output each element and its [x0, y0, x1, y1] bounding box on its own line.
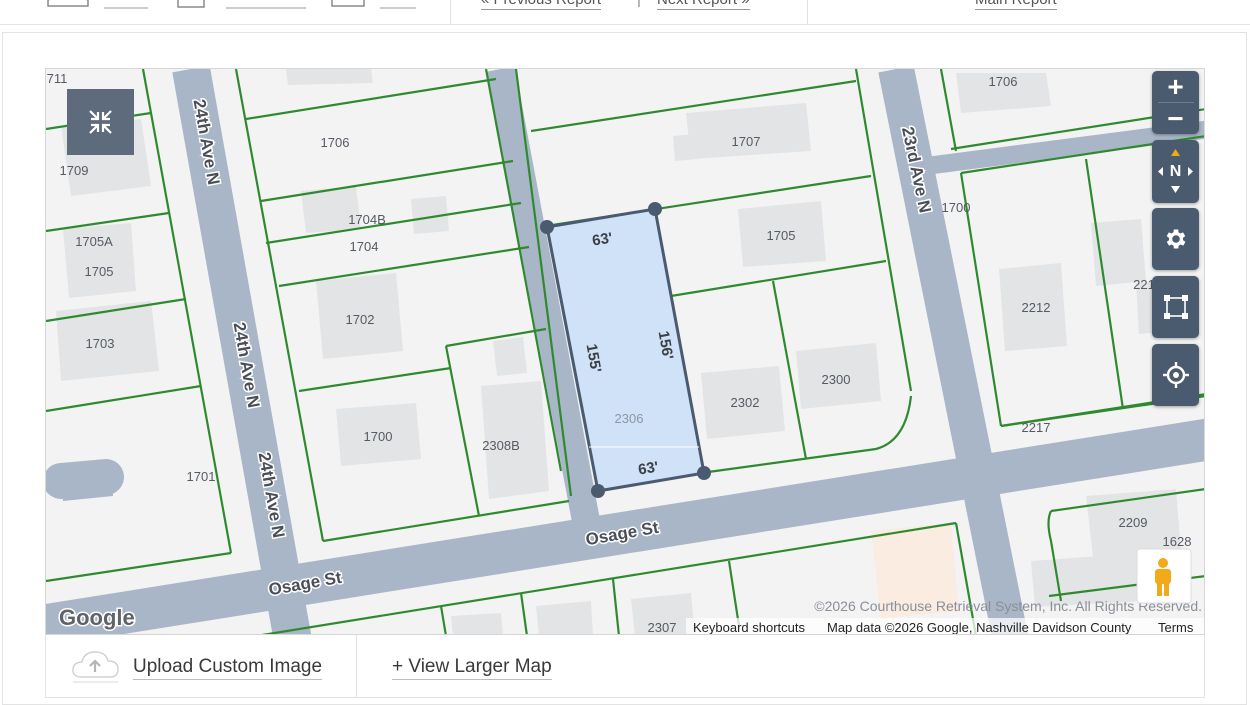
parcel-label: 2217 — [1022, 420, 1051, 435]
dim-bottom-label: 63' — [637, 459, 660, 479]
print-icon[interactable] — [331, 0, 365, 7]
keyboard-shortcuts-link[interactable]: Keyboard shortcuts — [693, 620, 806, 635]
map-footer-bar: Upload Custom Image + View Larger Map — [45, 635, 1205, 698]
parcel-label: 1702 — [346, 312, 375, 327]
cloud-upload-icon — [72, 651, 119, 683]
parcel-label: 1700 — [364, 429, 393, 444]
selected-parcel-label: 2306 — [615, 411, 644, 426]
gear-icon — [1166, 229, 1185, 249]
crosshair-icon — [1162, 362, 1189, 388]
next-report-link[interactable]: Next Report » — [657, 0, 750, 10]
compass-north-label: N — [1169, 162, 1182, 180]
street-view-pegman-button[interactable] — [1136, 548, 1192, 604]
toolbar-separator: | — [637, 0, 641, 9]
parcel-label: 1701 — [187, 469, 216, 484]
settings-button[interactable] — [1152, 208, 1199, 270]
parcel-label: 1705 — [85, 264, 114, 279]
map-data-attribution: Map data ©2026 Google, Nashville Davidso… — [827, 620, 1132, 635]
document-icon[interactable] — [177, 0, 205, 8]
compass-button[interactable]: N — [1152, 140, 1199, 203]
previous-report-link[interactable]: « Previous Report — [481, 0, 602, 10]
zoom-in-button[interactable]: + — [1152, 71, 1199, 102]
parcel-label: 711 — [47, 71, 68, 86]
parcel-label: 1707 — [732, 134, 761, 149]
vertex-handle[interactable] — [648, 202, 662, 216]
collapse-icon — [89, 110, 112, 134]
vertex-handle[interactable] — [697, 466, 711, 480]
map-canvas[interactable]: 63' 155' 156' 63' 2306 24th Ave N 24th A… — [46, 69, 1205, 635]
toolbar-tools-group — [0, 0, 451, 24]
zoom-out-button[interactable]: − — [1152, 103, 1199, 134]
zoom-controls: + − — [1152, 71, 1199, 134]
toolbar-icons — [47, 0, 416, 9]
google-logo: Google — [59, 605, 135, 630]
parcel-label: 1628 — [1163, 534, 1192, 549]
selection-box-icon — [1163, 295, 1188, 319]
view-larger-map-link[interactable]: + View Larger Map — [392, 655, 552, 680]
parcel-label: 1703 — [86, 336, 115, 351]
report-toolbar: « Previous Report | Next Report » Main R… — [0, 0, 1250, 25]
terms-link[interactable]: Terms — [1158, 620, 1194, 635]
parcel-label: 1706 — [321, 135, 350, 150]
parcel-label: 1700 — [942, 200, 971, 215]
select-area-button[interactable] — [1152, 276, 1199, 338]
upload-custom-image-link[interactable]: Upload Custom Image — [133, 655, 323, 680]
parcel-label: 1705 — [767, 228, 796, 243]
parcel-label: 2300 — [822, 372, 851, 387]
vertex-handle[interactable] — [540, 220, 554, 234]
footer-divider — [356, 635, 357, 697]
parcel-label: 1704B — [348, 212, 386, 227]
dim-top-label: 63' — [591, 230, 614, 250]
vertex-handle[interactable] — [591, 484, 605, 498]
parcel-label: 2212 — [1022, 300, 1051, 315]
parcel-label: 1704 — [350, 239, 379, 254]
parcel-label: 2308B — [482, 438, 520, 453]
toolbar-nav-group: « Previous Report | Next Report » — [451, 0, 808, 24]
main-report-link[interactable]: Main Report — [975, 0, 1057, 10]
parcel-label: 2209 — [1119, 515, 1148, 530]
parcel-label: 2307 — [648, 620, 677, 635]
parcel-map[interactable]: 63' 155' 156' 63' 2306 24th Ave N 24th A… — [45, 68, 1205, 635]
email-icon[interactable] — [47, 0, 89, 7]
my-location-button[interactable] — [1152, 344, 1199, 406]
parcel-label: 2302 — [731, 395, 760, 410]
parcel-label: 1709 — [60, 163, 89, 178]
exit-fullscreen-button[interactable] — [67, 89, 134, 155]
parcel-label: 1706 — [989, 74, 1018, 89]
parcel-label: 1705A — [75, 234, 113, 249]
